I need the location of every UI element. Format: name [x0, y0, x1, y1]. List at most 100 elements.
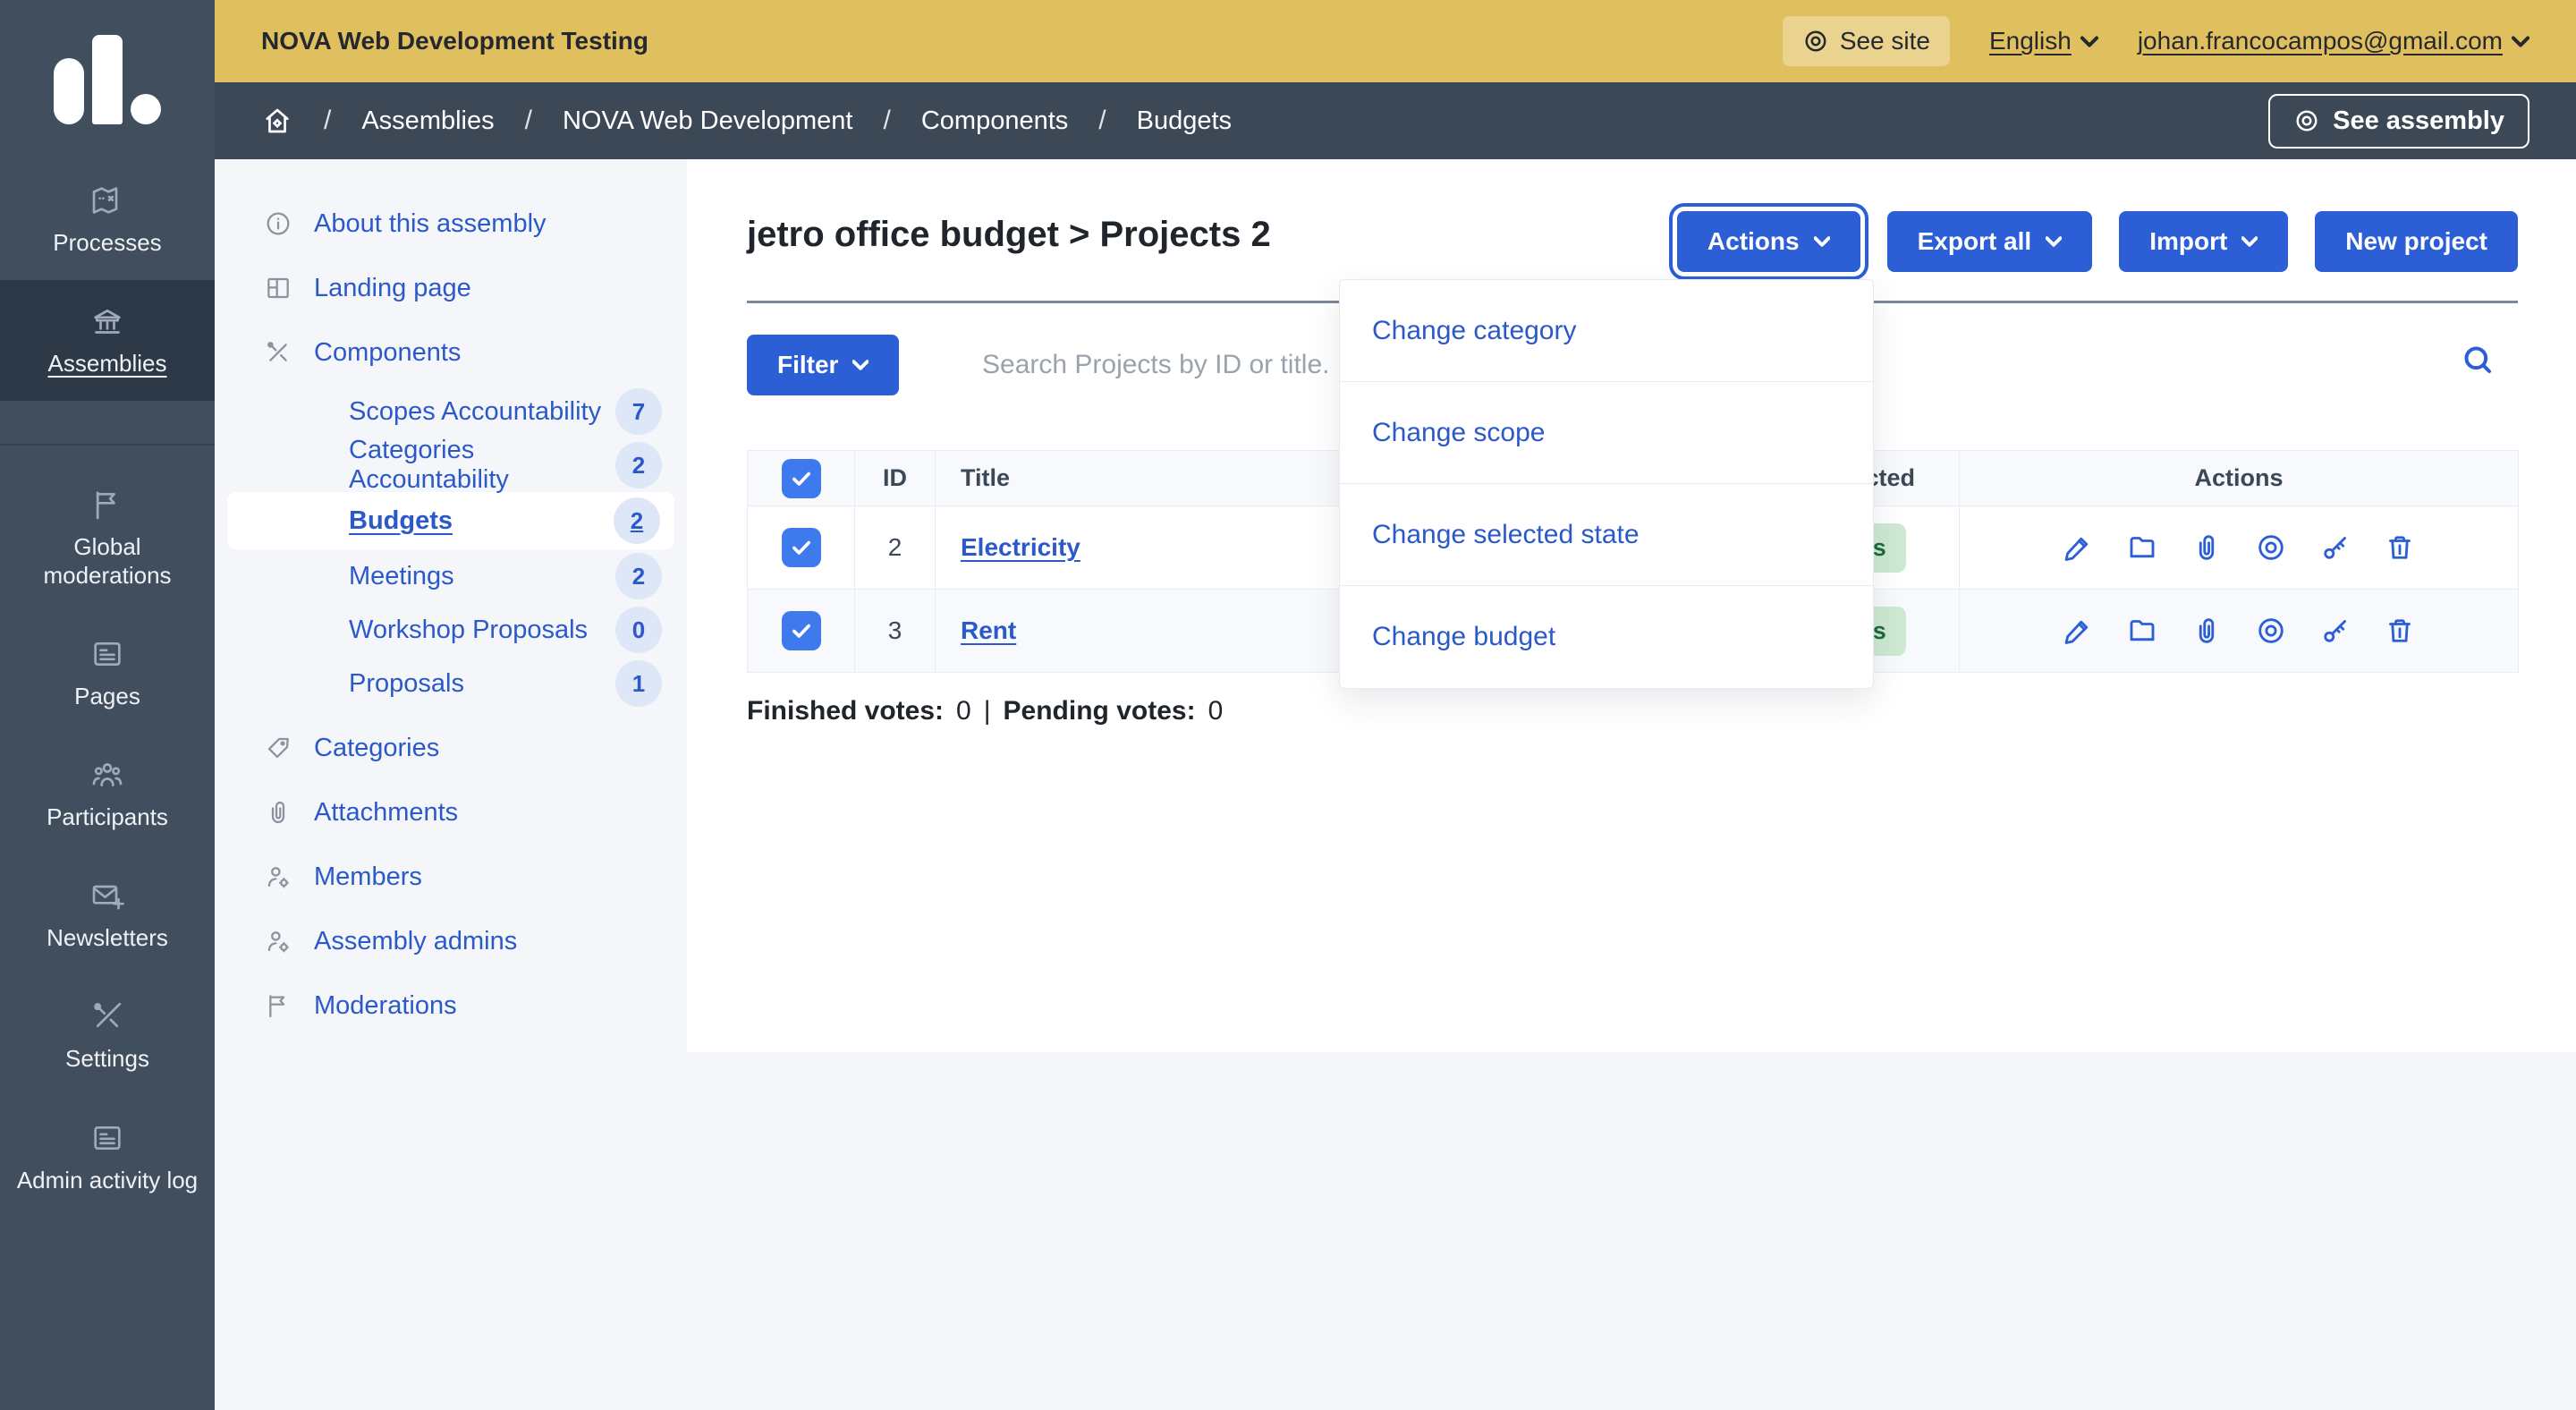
page-title: jetro office budget > Projects 2: [747, 215, 1271, 255]
submenu-label: Categories: [314, 734, 439, 763]
submenu-landing-page[interactable]: Landing page: [215, 256, 687, 320]
count-badge: 7: [615, 388, 662, 435]
paperclip-icon[interactable]: [2190, 531, 2223, 564]
submenu-label: Components: [314, 338, 461, 368]
submenu-workshop-proposals[interactable]: Workshop Proposals 0: [215, 603, 687, 657]
sidebar-item-label: Newsletters: [47, 924, 168, 952]
breadcrumb-components[interactable]: Components: [921, 106, 1068, 136]
sidebar-item-participants[interactable]: Participants: [0, 734, 215, 854]
paperclip-icon[interactable]: [2190, 615, 2223, 647]
submenu-categories-accountability[interactable]: Categories Accountability 2: [215, 438, 687, 492]
breadcrumb-separator: /: [1098, 106, 1106, 136]
home-icon[interactable]: [261, 105, 293, 137]
submenu-proposals[interactable]: Proposals 1: [215, 657, 687, 710]
see-site-label: See site: [1840, 27, 1930, 55]
preview-icon[interactable]: [2255, 531, 2287, 564]
sidebar-item-label: Global moderations: [7, 533, 208, 589]
tag-icon: [264, 734, 292, 762]
submenu-label: Categories Accountability: [349, 436, 615, 495]
chevron-down-icon: [1814, 236, 1830, 247]
user-menu[interactable]: johan.francocampos@gmail.com: [2138, 27, 2529, 55]
logo-bar-2: [92, 35, 123, 124]
actions-dropdown-menu: Change category Change scope Change sele…: [1339, 279, 1874, 689]
submenu-moderations[interactable]: Moderations: [215, 973, 687, 1038]
submenu-label: Assembly admins: [314, 927, 517, 956]
delete-icon[interactable]: [2384, 615, 2416, 647]
sidebar-item-global-moderations[interactable]: Global moderations: [0, 463, 215, 612]
logo-bar-1: [54, 58, 84, 124]
language-selector[interactable]: English: [1989, 27, 2098, 55]
actions-button[interactable]: Actions: [1677, 211, 1860, 272]
breadcrumb-separator: /: [525, 106, 532, 136]
new-project-button[interactable]: New project: [2315, 211, 2518, 272]
sidebar-item-assemblies[interactable]: Assemblies: [0, 280, 215, 401]
submenu-meetings[interactable]: Meetings 2: [215, 549, 687, 603]
menu-item-change-selected-state[interactable]: Change selected state: [1340, 484, 1873, 586]
permissions-key-icon[interactable]: [2319, 615, 2351, 647]
project-id: 3: [855, 590, 936, 673]
search-icon[interactable]: [2460, 342, 2496, 378]
project-title-link[interactable]: Rent: [961, 616, 1016, 644]
preview-icon: [2293, 107, 2320, 134]
submenu-categories[interactable]: Categories: [215, 716, 687, 780]
submenu-label: Moderations: [314, 991, 457, 1021]
menu-item-change-budget[interactable]: Change budget: [1340, 586, 1873, 688]
edit-icon[interactable]: [2062, 615, 2094, 647]
row-checkbox[interactable]: [782, 528, 821, 567]
sidebar-item-processes[interactable]: Processes: [0, 159, 215, 280]
actions-button-label: Actions: [1707, 227, 1800, 256]
folder-icon[interactable]: [2126, 531, 2158, 564]
see-site-button[interactable]: See site: [1783, 16, 1950, 66]
sidebar-item-settings[interactable]: Settings: [0, 975, 215, 1096]
edit-icon[interactable]: [2062, 531, 2094, 564]
votes-summary: Finished votes: 0 | Pending votes: 0: [747, 696, 1223, 726]
bank-icon: [89, 303, 125, 339]
menu-item-change-category[interactable]: Change category: [1340, 280, 1873, 382]
project-title-link[interactable]: Electricity: [961, 533, 1080, 561]
info-icon: [264, 209, 292, 238]
submenu-scopes-accountability[interactable]: Scopes Accountability 7: [215, 385, 687, 438]
submenu-members[interactable]: Members: [215, 845, 687, 909]
row-checkbox[interactable]: [782, 611, 821, 650]
select-all-checkbox[interactable]: [782, 459, 821, 498]
sidebar-item-pages[interactable]: Pages: [0, 613, 215, 734]
flag-icon: [264, 991, 292, 1020]
submenu-label: Members: [314, 862, 422, 892]
flag-icon: [89, 487, 125, 522]
breadcrumb-assemblies[interactable]: Assemblies: [361, 106, 494, 136]
topbar-right: See site English johan.francocampos@gmai…: [1783, 16, 2529, 66]
check-icon: [790, 467, 813, 490]
sidebar-item-newsletters[interactable]: Newsletters: [0, 854, 215, 975]
submenu-label: Landing page: [314, 274, 471, 303]
sidebar-item-label: Pages: [74, 683, 140, 710]
submenu-about-assembly[interactable]: About this assembly: [215, 191, 687, 256]
menu-item-change-scope[interactable]: Change scope: [1340, 382, 1873, 484]
organization-title: NOVA Web Development Testing: [261, 27, 648, 55]
breadcrumb-budgets[interactable]: Budgets: [1137, 106, 1232, 136]
submenu-budgets[interactable]: Budgets 2: [227, 492, 674, 549]
filter-button[interactable]: Filter: [747, 335, 899, 395]
permissions-key-icon[interactable]: [2319, 531, 2351, 564]
breadcrumb-separator: /: [324, 106, 331, 136]
user-gear-icon: [264, 862, 292, 891]
count-badge: 2: [614, 497, 660, 544]
decidim-logo[interactable]: [0, 0, 215, 159]
see-assembly-button[interactable]: See assembly: [2268, 94, 2529, 149]
breadcrumb-assembly-name[interactable]: NOVA Web Development: [563, 106, 853, 136]
folder-icon[interactable]: [2126, 615, 2158, 647]
export-all-button[interactable]: Export all: [1887, 211, 2093, 272]
preview-icon[interactable]: [2255, 615, 2287, 647]
sidebar-divider: [0, 444, 215, 446]
submenu-components[interactable]: Components: [215, 320, 687, 385]
toolbar: Actions Export all Import New project: [1677, 211, 2518, 272]
language-label: English: [1989, 27, 2072, 55]
paperclip-icon: [264, 798, 292, 827]
count-badge: 2: [615, 442, 662, 488]
submenu-assembly-admins[interactable]: Assembly admins: [215, 909, 687, 973]
sidebar-item-admin-activity-log[interactable]: Admin activity log: [0, 1097, 215, 1218]
submenu-attachments[interactable]: Attachments: [215, 780, 687, 845]
submenu-label: About this assembly: [314, 209, 547, 239]
import-button[interactable]: Import: [2119, 211, 2288, 272]
user-email: johan.francocampos@gmail.com: [2138, 27, 2503, 55]
delete-icon[interactable]: [2384, 531, 2416, 564]
